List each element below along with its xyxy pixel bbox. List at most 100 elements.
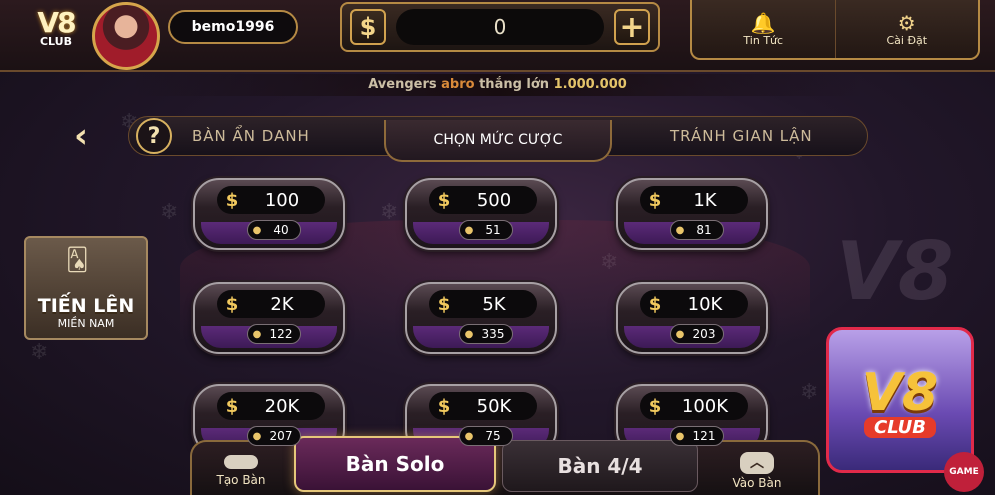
tab-choose-bet[interactable]: CHỌN MỨC CƯỢC xyxy=(384,120,612,162)
bet-option[interactable]: $1K ● 81 xyxy=(616,178,768,250)
snowflake-decoration: ❄ xyxy=(160,200,179,225)
dollar-icon: $ xyxy=(437,293,451,315)
gear-icon: ⚙ xyxy=(897,10,916,35)
game-subtitle: MIỀN NAM xyxy=(57,317,115,330)
player-count: 81 xyxy=(696,223,712,237)
player-count: 51 xyxy=(485,223,501,237)
player-count-box: ● 51 xyxy=(459,220,513,240)
bet-option[interactable]: $2K ● 122 xyxy=(193,282,345,354)
badge-logo-text: V8 xyxy=(861,362,939,423)
add-money-button[interactable]: + xyxy=(614,9,650,45)
person-icon: ● xyxy=(252,328,262,340)
bet-amount-box: $5K xyxy=(429,290,537,318)
dollar-icon: $ xyxy=(225,395,239,417)
v8-club-logo: V8 CLUB xyxy=(22,6,90,62)
bet-amount: 500 xyxy=(476,189,512,211)
v8-watermark: V8 xyxy=(836,225,954,318)
bet-amount: 20K xyxy=(264,395,300,417)
person-icon: ● xyxy=(675,328,685,340)
player-count-box: ● 40 xyxy=(247,220,301,240)
winner-ticker: Avengers abro thắng lớn 1.000.000 xyxy=(130,74,865,96)
bet-amount-box: $10K xyxy=(640,290,748,318)
bet-option[interactable]: $100 ● 40 xyxy=(193,178,345,250)
player-count: 203 xyxy=(692,327,716,341)
ticker-name: abro xyxy=(441,77,475,92)
balance-panel: $ 0 + xyxy=(340,2,660,52)
bet-amount-box: $2K xyxy=(217,290,325,318)
v8-club-badge[interactable]: V8 CLUB xyxy=(826,327,974,473)
news-button[interactable]: 🔔 Tin Tức xyxy=(692,0,835,58)
create-table-label: Tạo Bàn xyxy=(216,472,266,487)
back-chevron-icon[interactable]: ‹ xyxy=(66,119,96,154)
create-table-button[interactable]: Tạo Bàn xyxy=(196,446,286,495)
person-icon: ● xyxy=(252,224,262,236)
bet-amount-box: $20K xyxy=(217,392,325,420)
tab-anonymous-table[interactable]: BÀN ẨN DANH xyxy=(192,127,310,145)
person-icon: ● xyxy=(464,224,474,236)
bet-amount: 100K xyxy=(681,395,729,417)
bet-amount: 2K xyxy=(270,293,294,315)
bet-amount: 1K xyxy=(693,189,717,211)
top-right-menu: 🔔 Tin Tức ⚙ Cài Đặt xyxy=(690,0,980,60)
bet-option[interactable]: $10K ● 203 xyxy=(616,282,768,354)
person-icon: ● xyxy=(464,328,474,340)
bet-amount-box: $500 xyxy=(429,186,537,214)
dollar-icon: $ xyxy=(648,395,662,417)
dollar-icon: $ xyxy=(648,189,662,211)
dollar-icon: $ xyxy=(225,293,239,315)
join-table-button[interactable]: ︿ Vào Bàn xyxy=(712,446,802,495)
bet-amount-box: $100K xyxy=(640,392,748,420)
player-count-box: ● 203 xyxy=(670,324,724,344)
snowflake-decoration: ❄ xyxy=(30,340,49,365)
player-count: 207 xyxy=(269,429,293,443)
avatar[interactable] xyxy=(92,2,160,70)
player-count: 122 xyxy=(269,327,293,341)
bet-amount-box: $1K xyxy=(640,186,748,214)
ticker-amount: 1.000.000 xyxy=(553,77,627,92)
tab-anti-cheat[interactable]: TRÁNH GIAN LẬN xyxy=(670,127,813,145)
bet-amount: 5K xyxy=(482,293,506,315)
news-label: Tin Tức xyxy=(743,33,784,47)
settings-label: Cài Đặt xyxy=(886,33,928,47)
bet-amount-box: $50K xyxy=(429,392,537,420)
player-count-box: ● 122 xyxy=(247,324,301,344)
dollar-icon: $ xyxy=(225,189,239,211)
player-count-box: ● 335 xyxy=(459,324,513,344)
snowflake-decoration: ❄ xyxy=(800,380,819,405)
balance-value: 0 xyxy=(396,9,604,45)
username[interactable]: bemo1996 xyxy=(168,10,298,44)
person-icon: ● xyxy=(464,430,474,442)
bet-option[interactable]: $500 ● 51 xyxy=(405,178,557,250)
game-title: TIẾN LÊN xyxy=(37,295,135,317)
bet-amount-box: $100 xyxy=(217,186,325,214)
person-icon: ● xyxy=(675,430,685,442)
ticker-prefix: Avengers xyxy=(368,77,437,92)
player-count: 121 xyxy=(692,429,716,443)
player-count: 40 xyxy=(273,223,289,237)
player-count: 75 xyxy=(485,429,501,443)
dollar-icon: $ xyxy=(437,395,451,417)
dollar-icon: $ xyxy=(648,293,662,315)
player-count-box: ● 207 xyxy=(247,426,301,446)
bet-option[interactable]: $5K ● 335 xyxy=(405,282,557,354)
game-tag-button[interactable]: GAME xyxy=(944,452,984,492)
settings-button[interactable]: ⚙ Cài Đặt xyxy=(834,0,979,58)
four-player-table-button[interactable]: Bàn 4/4 xyxy=(502,440,698,492)
badge-club-text: CLUB xyxy=(863,416,937,438)
player-count-box: ● 75 xyxy=(459,426,513,446)
ticker-middle: thắng lớn xyxy=(479,77,550,92)
bet-amount: 50K xyxy=(476,395,512,417)
bell-icon: 🔔 xyxy=(750,10,776,35)
bet-amount: 100 xyxy=(264,189,300,211)
person-icon: ● xyxy=(252,430,262,442)
player-count-box: ● 81 xyxy=(670,220,724,240)
help-icon[interactable]: ? xyxy=(136,118,172,154)
person-icon: ● xyxy=(675,224,685,236)
player-count-box: ● 121 xyxy=(670,426,724,446)
chevron-up-icon: ︿ xyxy=(740,451,774,474)
bet-amount: 10K xyxy=(687,293,723,315)
player-count: 335 xyxy=(481,327,505,341)
dollar-icon: $ xyxy=(350,9,386,45)
join-table-label: Vào Bàn xyxy=(732,475,782,490)
create-table-icon xyxy=(224,454,258,469)
